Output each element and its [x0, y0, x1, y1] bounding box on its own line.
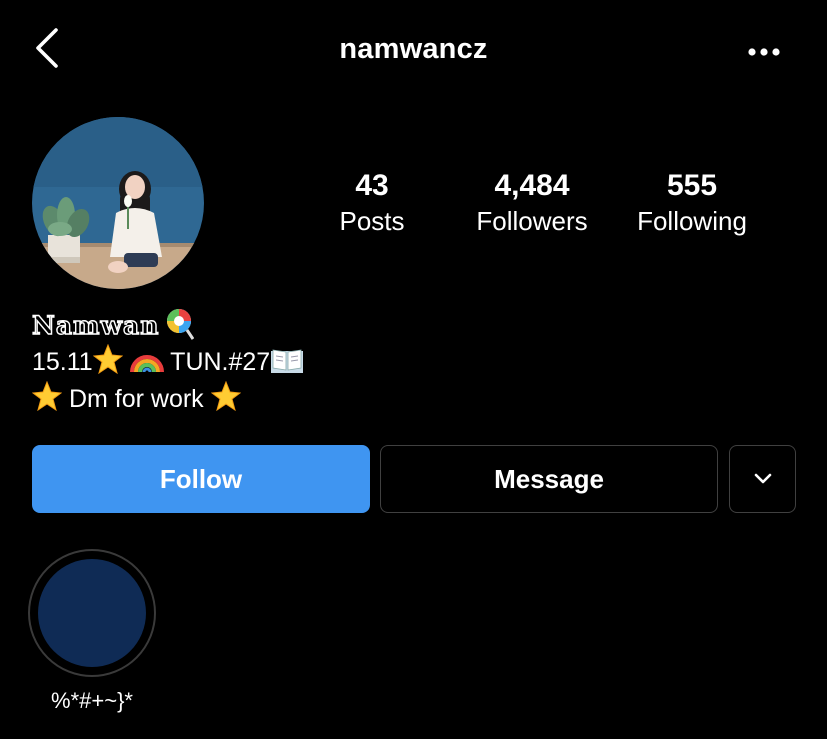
- story-highlight[interactable]: [28, 549, 156, 677]
- chevron-down-icon: [754, 473, 771, 484]
- bio-work-text: Dm for work: [68, 385, 204, 413]
- posts-count: 43: [355, 169, 389, 202]
- top-bar: namwancz: [0, 0, 827, 100]
- more-options-button[interactable]: [744, 40, 784, 64]
- following-label: Following: [637, 206, 747, 236]
- followers-count: 4,484: [494, 169, 570, 202]
- posts-label: Posts: [339, 206, 405, 236]
- profile-avatar[interactable]: [32, 117, 204, 289]
- highlight-cover: [38, 559, 146, 667]
- follow-button[interactable]: Follow: [32, 445, 370, 513]
- bio-tag: TUN.#27: [170, 348, 271, 376]
- followers-label: Followers: [476, 206, 588, 236]
- display-name-row: Namwan: [31, 308, 304, 344]
- display-name: Namwan: [31, 310, 160, 340]
- bio-line-2: Dm for work: [32, 381, 304, 418]
- open-book-icon: [271, 349, 304, 373]
- highlight-label: %*#+~}*: [51, 688, 133, 713]
- suggested-accounts-button[interactable]: [729, 445, 796, 513]
- rainbow-icon: [129, 355, 164, 373]
- glowing-star-icon: [92, 344, 123, 374]
- bio-line-1: 15.11 TUN.#27: [32, 344, 304, 381]
- glowing-star-icon: [32, 381, 62, 411]
- lollipop-icon: [166, 309, 194, 340]
- stat-followers[interactable]: 4,484 Followers: [452, 168, 612, 238]
- glowing-star-icon: [210, 381, 241, 411]
- following-count: 555: [666, 169, 718, 202]
- bio-date: 15.11: [32, 348, 93, 376]
- stat-posts[interactable]: 43 Posts: [292, 168, 452, 238]
- stat-following[interactable]: 555 Following: [612, 168, 772, 238]
- profile-photo: [32, 117, 204, 289]
- more-horizontal-icon: [748, 48, 780, 56]
- profile-bio: Namwan 15.11 TUN.#27 Dm for work: [31, 308, 304, 418]
- page-title: namwancz: [339, 33, 488, 65]
- profile-stats: 43 Posts 4,484 Followers 555 Following: [310, 168, 780, 248]
- message-button[interactable]: Message: [380, 445, 718, 513]
